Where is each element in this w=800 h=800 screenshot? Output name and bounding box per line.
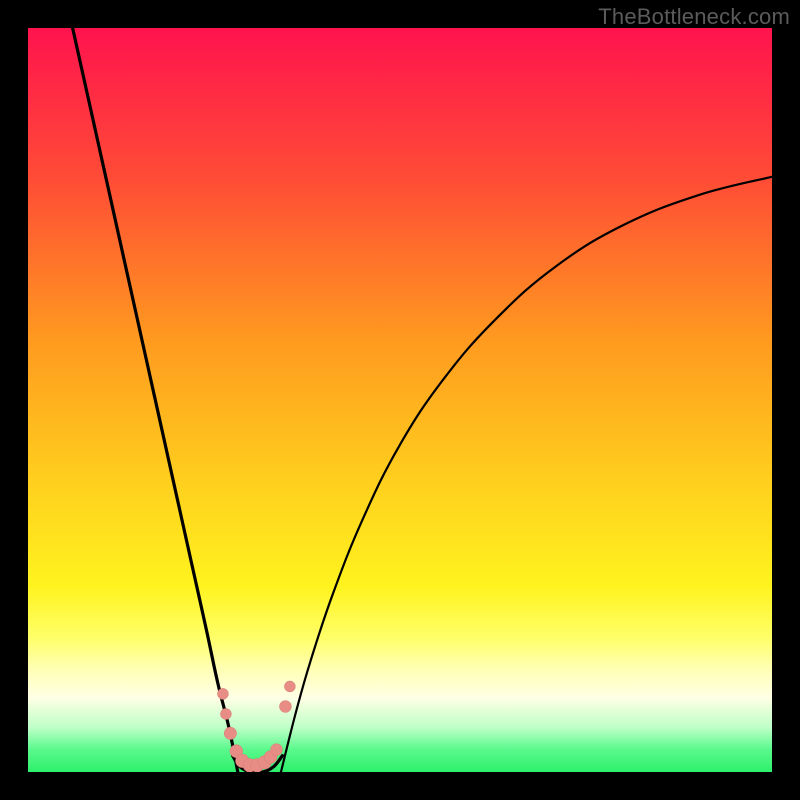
watermark-text: TheBottleneck.com <box>598 4 790 30</box>
marker-dot <box>270 744 282 756</box>
marker-dot <box>279 701 291 713</box>
chart-frame: TheBottleneck.com <box>0 0 800 800</box>
plot-area <box>28 28 772 772</box>
marker-dot <box>284 681 295 692</box>
marker-dot <box>224 727 236 739</box>
gradient-background <box>28 28 772 772</box>
marker-dot <box>220 708 231 719</box>
plot-svg <box>28 28 772 772</box>
marker-dot <box>217 688 228 699</box>
